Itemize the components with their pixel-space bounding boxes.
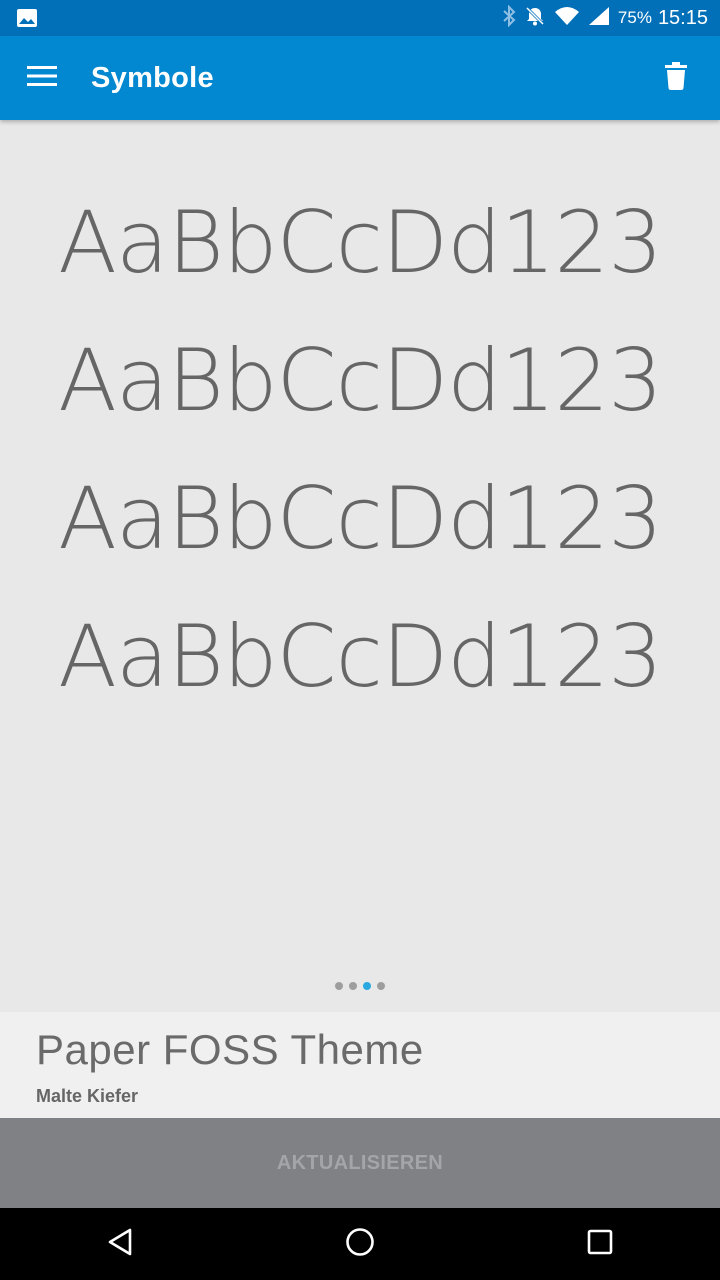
- theme-info: Paper FOSS Theme Malte Kiefer: [0, 1012, 720, 1118]
- font-sample-line: AaBbCcDd123: [58, 331, 663, 431]
- recents-button[interactable]: [576, 1220, 624, 1268]
- back-icon: [106, 1227, 134, 1261]
- status-icons: 75% 15:15: [502, 0, 708, 36]
- delete-button[interactable]: [648, 50, 704, 106]
- theme-author: Malte Kiefer: [36, 1086, 139, 1106]
- home-button[interactable]: [336, 1220, 384, 1268]
- clock: 15:15: [657, 6, 708, 29]
- page-title: Symbole: [91, 62, 214, 94]
- font-sample-line: AaBbCcDd123: [58, 469, 663, 569]
- status-bar: 75% 15:15: [0, 0, 720, 36]
- page-dot[interactable]: [335, 982, 343, 990]
- notifications-off-icon: [524, 5, 546, 31]
- theme-name: Paper FOSS Theme: [36, 1026, 424, 1073]
- update-button[interactable]: AKTUALISIEREN: [0, 1118, 720, 1208]
- recents-icon: [587, 1229, 613, 1259]
- navigation-bar: [0, 1208, 720, 1280]
- back-button[interactable]: [96, 1220, 144, 1268]
- image-icon: [16, 8, 38, 32]
- bluetooth-icon: [502, 4, 516, 31]
- home-icon: [345, 1227, 375, 1261]
- signal-icon: [588, 6, 610, 30]
- battery-percentage: 75%: [617, 8, 652, 27]
- font-preview[interactable]: AaBbCcDd123 AaBbCcDd123 AaBbCcDd123 AaBb…: [0, 120, 720, 1010]
- wifi-icon: [554, 6, 580, 30]
- menu-icon: [27, 65, 57, 91]
- app-bar: Symbole: [0, 36, 720, 120]
- page-dot-active[interactable]: [363, 982, 371, 990]
- delete-icon: [665, 62, 687, 94]
- font-sample-line: AaBbCcDd123: [58, 607, 663, 707]
- page-dot[interactable]: [377, 982, 385, 990]
- menu-button[interactable]: [14, 50, 70, 106]
- font-sample-line: AaBbCcDd123: [58, 193, 663, 293]
- page-dot[interactable]: [349, 982, 357, 990]
- page-indicator: [0, 982, 720, 990]
